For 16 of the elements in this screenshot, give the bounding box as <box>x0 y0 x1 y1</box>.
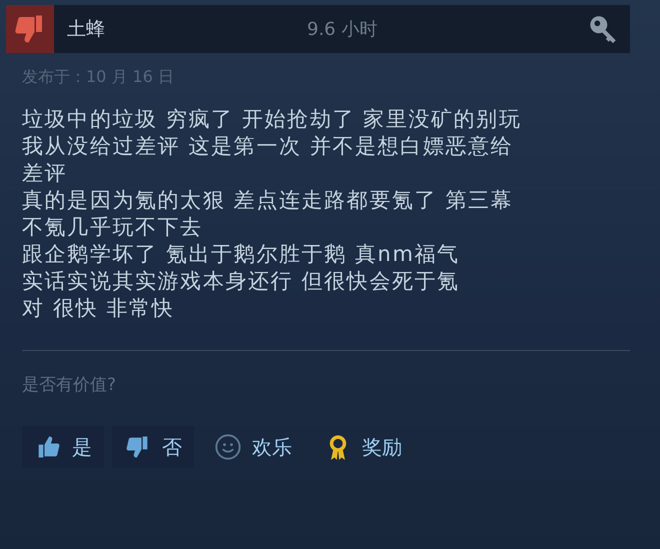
funny-button[interactable]: 欢乐 <box>202 426 304 468</box>
review-text-line: 不氪几乎玩不下去 <box>22 214 203 241</box>
review-text-line: 对 很快 非常快 <box>22 295 174 322</box>
review-text-line: 实话实说其实游戏本身还行 但很快会死于氪 <box>22 268 460 295</box>
yes-button[interactable]: 是 <box>22 426 104 468</box>
playtime: 9.6 小时 <box>307 18 378 41</box>
author-name[interactable]: 土蜂 <box>67 16 307 42</box>
review-text-line: 垃圾中的垃圾 穷疯了 开始抢劫了 家里没矿的别玩 <box>22 106 522 133</box>
no-button[interactable]: 否 <box>112 426 194 468</box>
review-text-line: 跟企鹅学坏了 氪出于鹅尔胜于鹅 真nm福气 <box>22 241 460 268</box>
review-text-line: 我从没给过差评 这是第一次 并不是想白嫖恶意给 <box>22 133 514 160</box>
review-text-line: 真的是因为氪的太狠 差点连走路都要氪了 第三幕 <box>22 187 514 214</box>
award-button[interactable]: 奖励 <box>312 426 414 468</box>
helpful-prompt: 是否有价值? <box>22 374 118 396</box>
review-text-line: 差评 <box>22 160 68 187</box>
smiley-icon <box>214 433 242 461</box>
